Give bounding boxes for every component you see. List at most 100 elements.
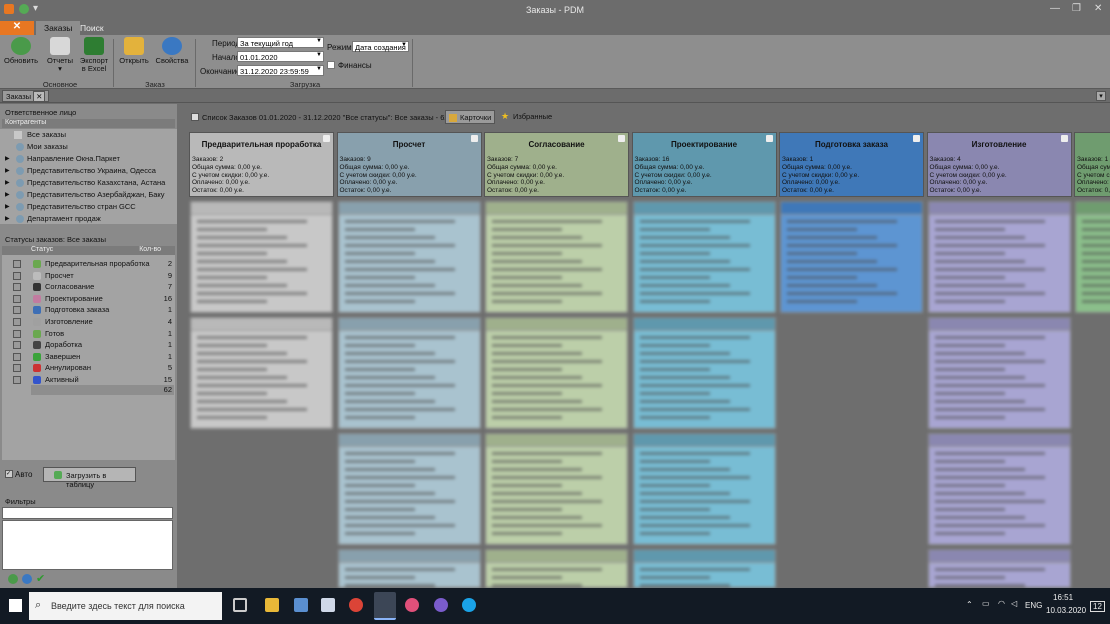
status-row[interactable]: Проектирование 16 — [2, 293, 175, 304]
order-card[interactable] — [337, 317, 481, 429]
order-card[interactable] — [632, 201, 776, 313]
windows-start-icon[interactable] — [9, 599, 22, 612]
filter-input[interactable] — [2, 507, 173, 519]
order-card[interactable] — [485, 433, 628, 545]
order-card[interactable] — [927, 433, 1071, 545]
contractor-gcc[interactable]: ▶ Представительство стран GCC — [2, 201, 175, 212]
order-card[interactable] — [632, 433, 776, 545]
status-checkbox[interactable] — [13, 294, 21, 303]
app-menu-button[interactable]: ✕ — [0, 21, 34, 35]
contractor-windows-parquet[interactable]: ▶ Направление Окна.Паркет — [2, 153, 175, 164]
kanban-column-header[interactable]: Заказов: 1Общая сумма: 0,00 у.е.С учетом… — [1074, 132, 1110, 197]
auto-checkbox[interactable]: ✓ — [5, 470, 13, 478]
status-row[interactable]: Доработка 1 — [2, 339, 175, 350]
status-checkbox[interactable] — [13, 352, 21, 361]
mode-select[interactable]: Дата создания ▼ — [352, 41, 409, 52]
notifications-badge[interactable]: 12 — [1090, 601, 1105, 612]
close-icon[interactable]: ✕ — [33, 91, 46, 102]
filter-settings-icon[interactable] — [22, 574, 32, 584]
order-card[interactable] — [927, 317, 1071, 429]
tray-network-icon[interactable]: ▭ — [982, 599, 990, 608]
order-card[interactable] — [190, 317, 333, 429]
add-filter-icon[interactable] — [8, 574, 18, 584]
open-button[interactable]: Открыть — [118, 37, 150, 65]
clock-date[interactable]: 10.03.2020 — [1046, 606, 1086, 615]
status-row[interactable]: Согласование 7 — [2, 281, 175, 292]
status-row[interactable]: Просчет 9 — [2, 270, 175, 281]
close-button[interactable]: ✕ — [1094, 3, 1102, 14]
minimize-button[interactable]: — — [1050, 3, 1060, 14]
kanban-column-header[interactable]: Подготовка заказа Заказов: 1 Общая сумма: … — [779, 132, 924, 197]
kanban-column-header[interactable]: Согласование Заказов: 7 Общая сумма: 0,00 … — [484, 132, 629, 197]
status-checkbox[interactable] — [13, 329, 21, 338]
tray-chevron-icon[interactable]: ⌃ — [966, 600, 973, 609]
export-excel-button[interactable]: Экспорт в Excel — [78, 37, 110, 73]
order-card[interactable] — [780, 201, 923, 313]
pdm-app-icon[interactable] — [374, 592, 396, 620]
order-card[interactable] — [632, 549, 776, 588]
skype-icon[interactable] — [462, 598, 476, 612]
status-row[interactable]: Активный 15 — [2, 374, 175, 385]
reports-button[interactable]: Отчеты ▾ — [44, 37, 76, 73]
kanban-column-header[interactable]: Проектирование Заказов: 16 Общая сумма: 0,… — [631, 132, 777, 197]
order-card[interactable] — [485, 549, 628, 588]
status-row[interactable]: Изготовление 4 — [2, 316, 175, 327]
panel-dropdown-icon[interactable]: ▾ — [1096, 91, 1106, 101]
status-row[interactable]: Подготовка заказа 1 — [2, 304, 175, 315]
store-icon[interactable] — [294, 598, 308, 612]
status-row[interactable]: Предварительная проработка 2 — [2, 258, 175, 269]
contractor-ukraine[interactable]: ▶ Представительство Украина, Одесса — [2, 165, 175, 176]
expand-icon[interactable]: ▶ — [5, 203, 10, 210]
order-card[interactable] — [485, 317, 628, 429]
tray-wifi-icon[interactable]: ◠ — [998, 599, 1005, 608]
expand-icon[interactable]: ▶ — [5, 155, 10, 162]
status-checkbox[interactable] — [13, 283, 21, 292]
order-card[interactable] — [632, 317, 776, 429]
expand-icon[interactable]: ▶ — [5, 215, 10, 222]
status-checkbox[interactable] — [13, 318, 21, 326]
order-card[interactable] — [190, 201, 333, 313]
contractor-my-orders[interactable]: Мои заказы — [2, 141, 175, 152]
status-checkbox[interactable] — [13, 271, 21, 280]
mail-icon[interactable] — [321, 598, 335, 612]
contractor-azerbaijan[interactable]: ▶ Представительство Азербайджан, Баку — [2, 189, 175, 200]
start-date-field[interactable]: 01.01.2020 ▼ — [237, 51, 324, 62]
status-checkbox[interactable] — [13, 306, 21, 315]
order-card[interactable] — [1075, 201, 1110, 313]
order-card[interactable] — [485, 201, 628, 313]
contractor-sales-dept[interactable]: ▶ Департамент продаж — [2, 213, 175, 224]
status-checkbox[interactable] — [13, 260, 21, 268]
kanban-column-header[interactable]: Изготовление Заказов: 4 Общая сумма: 0,00 … — [926, 132, 1072, 197]
order-card[interactable] — [337, 201, 481, 313]
expand-icon[interactable]: ▶ — [5, 167, 10, 174]
language-indicator[interactable]: ENG — [1025, 601, 1042, 610]
tab-favorites[interactable]: ★ Избранные — [499, 110, 555, 124]
restore-button[interactable]: ❐ — [1072, 3, 1081, 14]
apply-filter-icon[interactable]: ✔ — [36, 572, 45, 585]
expand-icon[interactable]: ▶ — [5, 191, 10, 198]
order-card[interactable] — [337, 433, 481, 545]
chrome-icon[interactable] — [349, 598, 363, 612]
status-row[interactable]: Аннулирован 5 — [2, 362, 175, 373]
itunes-icon[interactable] — [405, 598, 419, 612]
viber-icon[interactable] — [434, 598, 448, 612]
taskbar-search-input[interactable]: ⌕ Введите здесь текст для поиска — [29, 592, 222, 620]
status-row[interactable]: Завершен 1 — [2, 351, 175, 362]
end-date-field[interactable]: 31.12.2020 23:59:59 ▼ — [237, 65, 324, 76]
clock-time[interactable]: 16:51 — [1053, 593, 1073, 602]
load-table-button[interactable]: Загрузить в таблицу — [43, 467, 136, 489]
tab-cards[interactable]: Карточки — [445, 110, 496, 124]
order-card[interactable] — [337, 549, 481, 588]
period-select[interactable]: За текущий год ▼ — [237, 37, 324, 48]
task-view-icon[interactable] — [233, 598, 247, 612]
expand-icon[interactable]: ▶ — [5, 179, 10, 186]
doc-tab-orders[interactable]: Заказы ✕ — [2, 90, 50, 102]
order-card[interactable] — [927, 201, 1071, 313]
contractor-all-orders[interactable]: Все заказы — [2, 129, 175, 140]
tab-search[interactable]: Поиск — [72, 21, 112, 35]
status-checkbox[interactable] — [13, 376, 21, 384]
properties-button[interactable]: Свойства — [154, 37, 190, 65]
kanban-column-header[interactable]: Предварительная проработка Заказов: 2 Обща… — [189, 132, 334, 197]
explorer-icon[interactable] — [265, 598, 279, 612]
status-checkbox[interactable] — [13, 364, 21, 373]
